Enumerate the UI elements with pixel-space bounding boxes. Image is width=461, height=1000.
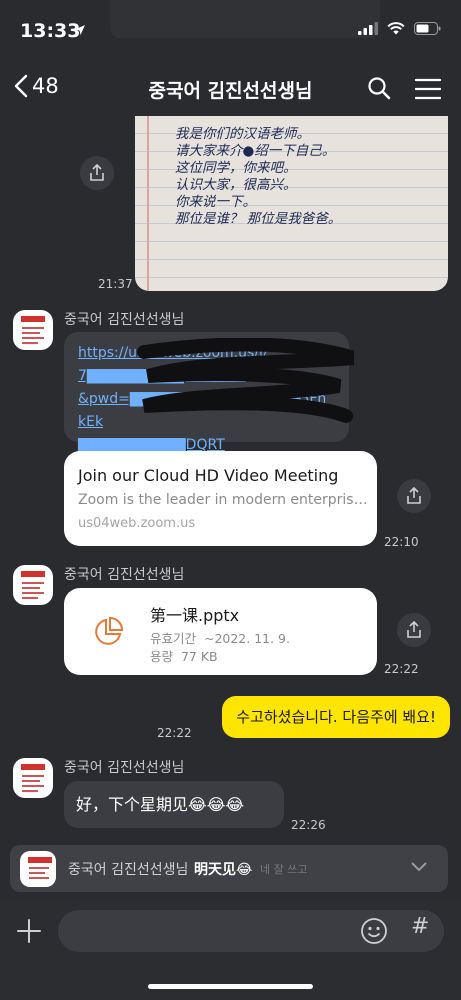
plus-icon[interactable]: [16, 918, 42, 944]
wifi-icon: [387, 22, 405, 35]
avatar-logo-band: [21, 571, 45, 577]
file-validity: 유효기간 ~2022. 11. 9.: [150, 631, 290, 646]
link-preview-card[interactable]: Join our Cloud HD Video Meeting Zoom is …: [64, 451, 377, 546]
link-bubble[interactable]: https://us04web.zoom.us/j/ 7▇▇▇▇▇▇▇▇▇840…: [64, 332, 354, 453]
status-time: 13:33: [20, 20, 81, 42]
banner-ghost-text: 네 잘 쓰고: [260, 863, 308, 876]
share-button[interactable]: [80, 156, 114, 190]
message-time: 22:26: [291, 818, 326, 832]
chat-header: 48 중국어 김진선선생님: [0, 62, 461, 116]
file-size: 용량 77 KB: [150, 649, 218, 664]
notebook-margin: [147, 116, 149, 291]
avatar-logo-band: [21, 316, 45, 322]
avatar: [20, 851, 56, 887]
sender-name: 중국어 김진선선생님: [64, 567, 185, 583]
handwriting-text: 我是你们的汉语老师。 请大家来介●绍一下自己。 这位同学，你来吧。 认识大家，很…: [175, 126, 342, 227]
banner-message: 明天见😂: [194, 862, 253, 878]
emoji-icon[interactable]: [360, 917, 388, 945]
search-icon[interactable]: [367, 76, 391, 100]
battery-icon: [414, 22, 441, 35]
message-time: 22:22: [157, 726, 192, 740]
file-name: 第一课.pptx: [150, 606, 240, 625]
share-icon: [407, 621, 421, 638]
preview-description: Zoom is the leader in modern enterprise …: [78, 492, 368, 508]
avatar[interactable]: [13, 758, 53, 798]
share-icon: [407, 487, 421, 504]
preview-url: us04web.zoom.us: [78, 516, 196, 531]
sender-name: 중국어 김진선선생님: [64, 760, 185, 776]
my-message-bubble[interactable]: 수고하셨습니다. 다음주에 봬요!: [222, 696, 450, 738]
menu-icon[interactable]: [415, 78, 441, 100]
photo-message[interactable]: 我是你们的汉语老师。 请大家来介●绍一下自己。 这位同学，你来吧。 认识大家，很…: [135, 116, 448, 291]
hash-tag-icon[interactable]: #: [411, 914, 429, 939]
share-icon: [90, 164, 104, 181]
message-time: 22:22: [384, 662, 419, 676]
chat-title: 중국어 김진선선생님: [148, 80, 313, 102]
notch-area: [110, 0, 380, 38]
location-arrow-icon: [75, 25, 85, 35]
message-time: 22:10: [384, 535, 419, 549]
home-indicator: [148, 984, 313, 989]
file-card[interactable]: 第一课.pptx 유효기간 ~2022. 11. 9. 용량 77 KB: [64, 588, 377, 675]
latest-message-banner[interactable]: 중국어 김진선선생님 明天见😂 네 잘 쓰고: [10, 845, 448, 892]
avatar[interactable]: [13, 565, 53, 605]
presentation-file-icon: [95, 616, 124, 645]
message-time: 21:37: [98, 277, 133, 291]
signal-icon: [358, 22, 378, 35]
text-message-bubble[interactable]: 好，下个星期见😂😂😂: [64, 781, 284, 828]
banner-sender: 중국어 김진선선생님: [68, 862, 189, 878]
avatar-logo-band: [28, 857, 52, 863]
redaction-scribble: [137, 338, 354, 423]
share-button[interactable]: [397, 613, 431, 647]
preview-title: Join our Cloud HD Video Meeting: [78, 466, 339, 485]
status-bar: 13:33: [0, 0, 461, 62]
share-button[interactable]: [397, 479, 431, 513]
avatar[interactable]: [13, 310, 53, 350]
chevron-down-icon[interactable]: [410, 861, 428, 873]
sender-name: 중국어 김진선선생님: [64, 312, 185, 328]
avatar-logo-band: [21, 764, 45, 770]
